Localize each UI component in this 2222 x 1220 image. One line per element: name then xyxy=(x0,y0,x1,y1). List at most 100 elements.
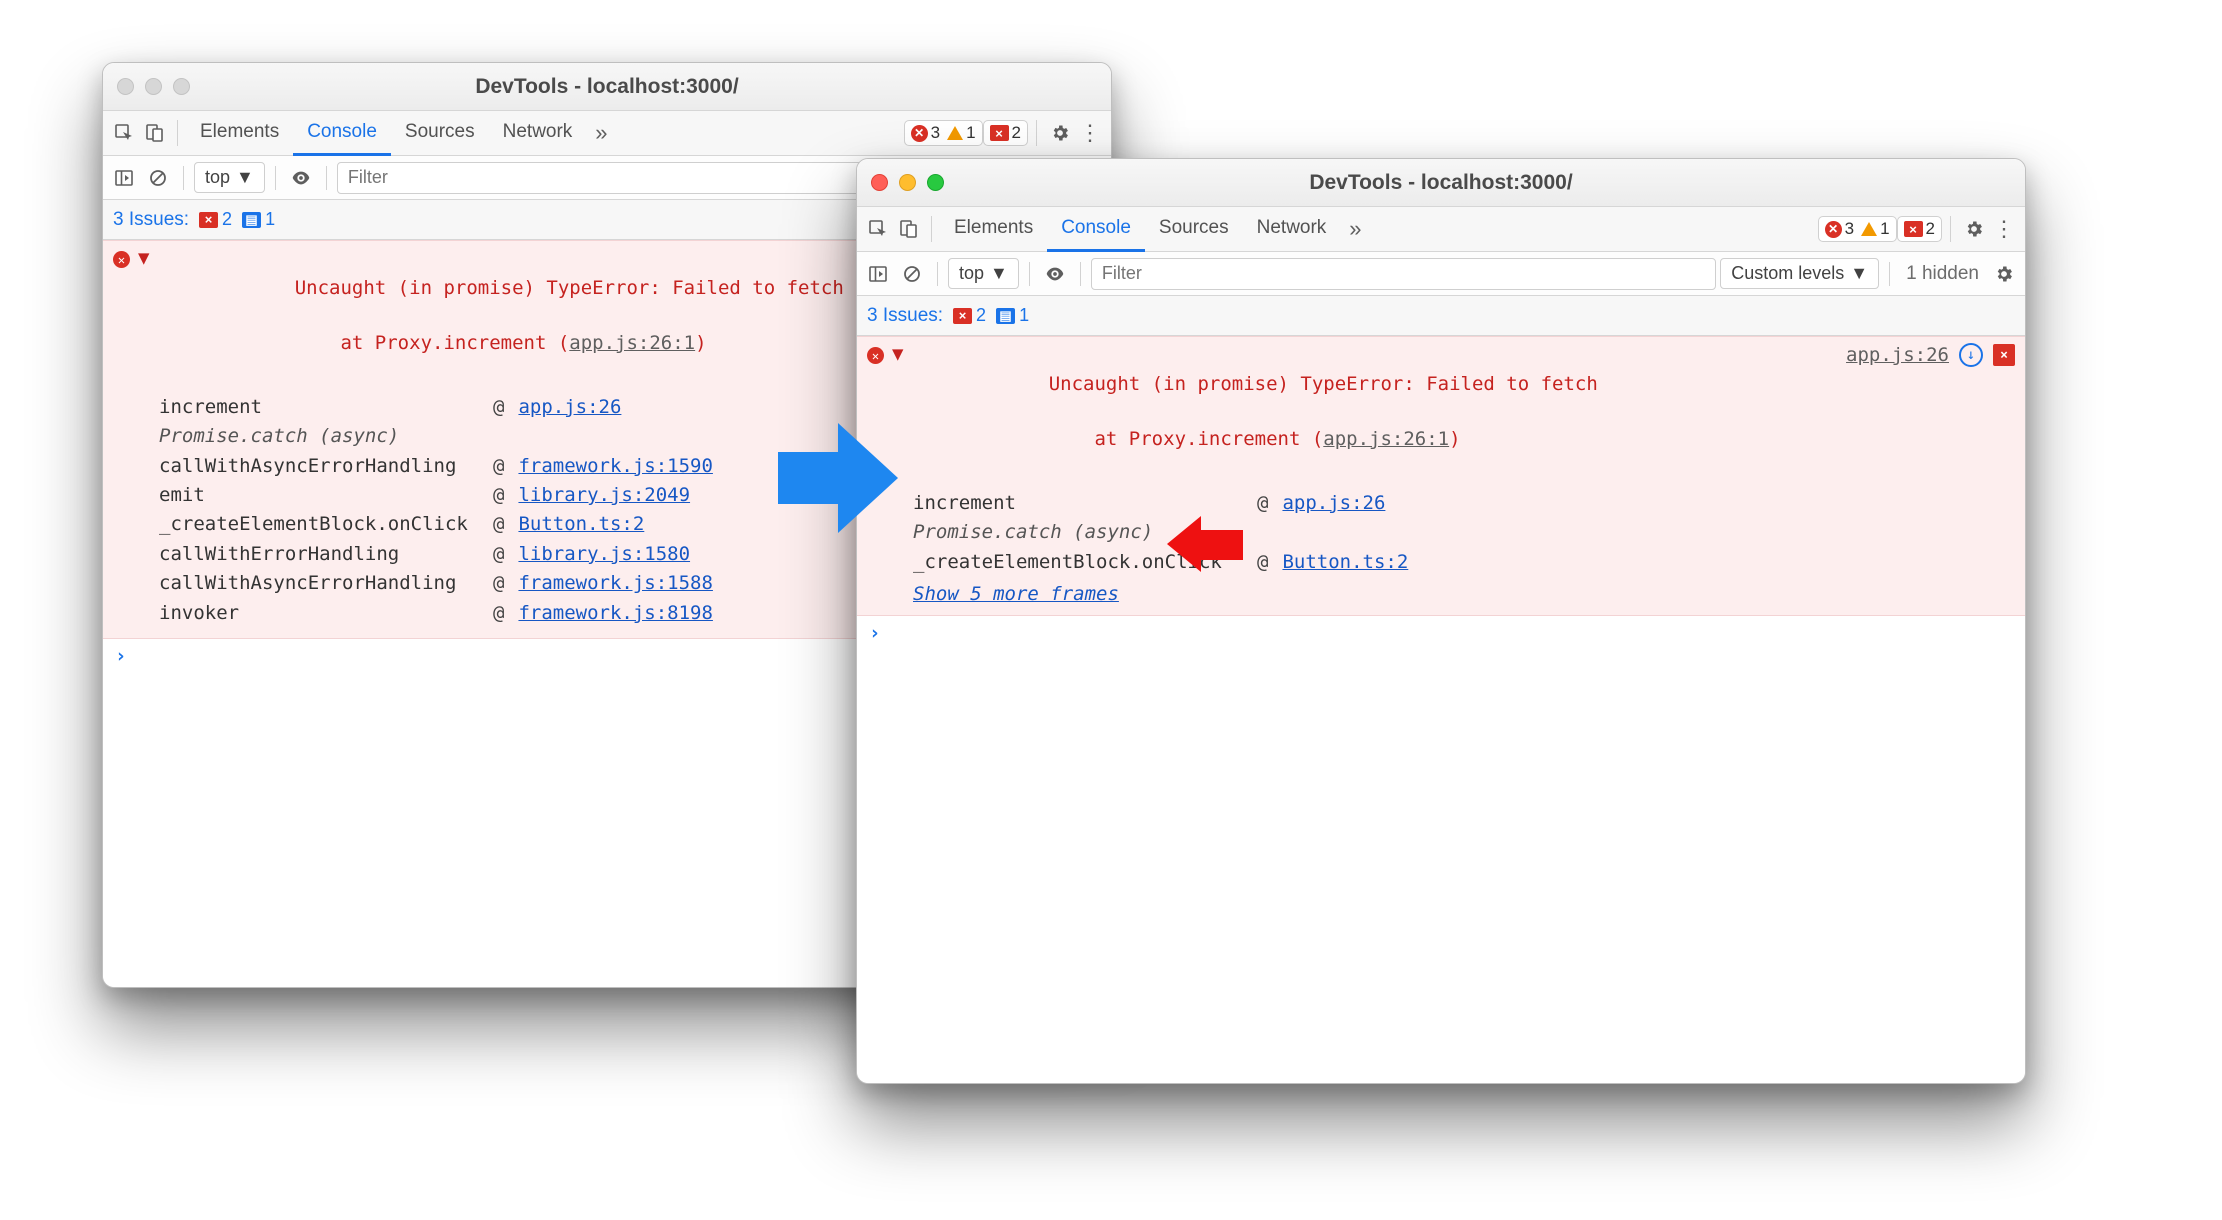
kebab-icon[interactable]: ⋮ xyxy=(1989,214,2019,244)
show-more-frames-link[interactable]: Show 5 more frames xyxy=(913,583,1119,605)
flag-icon: × xyxy=(1904,221,1923,237)
flag-count-badge[interactable]: × 2 xyxy=(983,120,1028,146)
tab-network[interactable]: Network xyxy=(1243,208,1341,252)
error-icon: ✕ xyxy=(911,125,928,142)
more-tabs-icon[interactable]: » xyxy=(586,118,616,148)
at-symbol: @ xyxy=(493,452,504,481)
hidden-count[interactable]: 1 hidden xyxy=(1900,263,1985,285)
dismiss-icon[interactable]: × xyxy=(1993,344,2015,366)
zoom-dot[interactable] xyxy=(927,174,944,191)
settings-icon[interactable] xyxy=(1959,214,1989,244)
titlebar: DevTools - localhost:3000/ xyxy=(857,159,2025,207)
error-count-badge[interactable]: ✕ 3 1 xyxy=(1818,216,1897,242)
tabbar: Elements Console Sources Network » ✕ 3 1… xyxy=(857,207,2025,252)
minimize-dot[interactable] xyxy=(145,78,162,95)
frame-source-link[interactable]: library.js:2049 xyxy=(518,481,690,510)
toggle-sidebar-icon[interactable] xyxy=(109,163,139,193)
tabbar: Elements Console Sources Network » ✕ 3 1… xyxy=(103,111,1111,156)
console-output: ✕ ▼ Uncaught (in promise) TypeError: Fai… xyxy=(857,336,2025,1083)
frame-source-link[interactable]: framework.js:1590 xyxy=(518,452,712,481)
error-source-link[interactable]: app.js:26 xyxy=(1846,344,1949,366)
frame-source-link[interactable]: library.js:1580 xyxy=(518,540,690,569)
prompt-caret-icon: › xyxy=(869,622,880,644)
frame-source-link[interactable]: framework.js:8198 xyxy=(518,599,712,628)
close-dot[interactable] xyxy=(871,174,888,191)
frame-function: callWithAsyncErrorHandling xyxy=(159,452,479,481)
frame-source-link[interactable]: app.js:26 xyxy=(518,393,621,422)
inspect-icon[interactable] xyxy=(863,214,893,244)
device-icon[interactable] xyxy=(893,214,923,244)
error-location-link[interactable]: app.js:26:1 xyxy=(569,332,695,354)
titlebar: DevTools - localhost:3000/ xyxy=(103,63,1111,111)
context-selector[interactable]: top ▼ xyxy=(948,258,1019,289)
inspect-icon[interactable] xyxy=(109,118,139,148)
error-entry[interactable]: ✕ ▼ Uncaught (in promise) TypeError: Fai… xyxy=(857,336,2025,616)
stack-frame: _createElementBlock.onClick@ Button.ts:2 xyxy=(913,548,2015,577)
settings-icon[interactable] xyxy=(1045,118,1075,148)
warning-count: 1 xyxy=(966,123,975,143)
close-dot[interactable] xyxy=(117,78,134,95)
filter-input[interactable] xyxy=(1091,258,1716,290)
at-symbol: @ xyxy=(493,481,504,510)
window-controls[interactable] xyxy=(117,78,190,95)
tab-console[interactable]: Console xyxy=(293,112,391,156)
at-symbol: @ xyxy=(493,569,504,598)
error-icon: ✕ xyxy=(867,347,884,364)
frame-source-link[interactable]: Button.ts:2 xyxy=(518,510,644,539)
at-symbol: @ xyxy=(493,599,504,628)
issues-link[interactable]: 3 Issues: ×2 ▤1 xyxy=(113,209,275,231)
frame-function: Promise.catch (async) xyxy=(159,422,479,451)
message-icon: ▤ xyxy=(996,308,1015,324)
tab-network[interactable]: Network xyxy=(489,112,587,156)
issues-label: 3 Issues: xyxy=(867,305,943,327)
error-message-line2c: ) xyxy=(1449,428,1460,450)
disclosure-triangle-icon[interactable]: ▼ xyxy=(892,343,903,365)
tab-elements[interactable]: Elements xyxy=(186,112,293,156)
window-controls[interactable] xyxy=(871,174,944,191)
frame-function: invoker xyxy=(159,599,479,628)
zoom-dot[interactable] xyxy=(173,78,190,95)
frame-source-link[interactable]: Button.ts:2 xyxy=(1282,548,1408,577)
levels-label: Custom levels xyxy=(1731,263,1844,284)
flag-count-badge[interactable]: × 2 xyxy=(1897,216,1942,242)
tab-console[interactable]: Console xyxy=(1047,208,1145,252)
tab-sources[interactable]: Sources xyxy=(391,112,489,156)
live-expression-icon[interactable] xyxy=(1040,259,1070,289)
clear-console-icon[interactable] xyxy=(143,163,173,193)
prompt-caret-icon: › xyxy=(115,645,126,667)
issues-link[interactable]: 3 Issues: ×2 ▤1 xyxy=(867,305,1029,327)
clear-console-icon[interactable] xyxy=(897,259,927,289)
at-symbol: @ xyxy=(1257,548,1268,577)
flag-count: 2 xyxy=(1926,219,1935,239)
frame-function: increment xyxy=(159,393,479,422)
context-label: top xyxy=(959,263,984,284)
error-count-badge[interactable]: ✕ 3 1 xyxy=(904,120,983,146)
flag-icon: × xyxy=(199,212,218,228)
context-selector[interactable]: top ▼ xyxy=(194,162,265,193)
minimize-dot[interactable] xyxy=(899,174,916,191)
levels-selector[interactable]: Custom levels ▼ xyxy=(1720,258,1879,289)
device-icon[interactable] xyxy=(139,118,169,148)
settings-icon[interactable] xyxy=(1989,259,2019,289)
warning-count: 1 xyxy=(1880,219,1889,239)
window-title: DevTools - localhost:3000/ xyxy=(103,75,1111,99)
error-location-link[interactable]: app.js:26:1 xyxy=(1323,428,1449,450)
toggle-sidebar-icon[interactable] xyxy=(863,259,893,289)
annotation-arrow-blue-head xyxy=(838,423,898,533)
live-expression-icon[interactable] xyxy=(286,163,316,193)
frame-source-link[interactable]: framework.js:1588 xyxy=(518,569,712,598)
console-prompt[interactable]: › xyxy=(857,616,2025,650)
console-toolbar: top ▼ Custom levels ▼ 1 hidden xyxy=(857,252,2025,296)
tab-sources[interactable]: Sources xyxy=(1145,208,1243,252)
frame-function: callWithAsyncErrorHandling xyxy=(159,569,479,598)
flag-icon: × xyxy=(953,308,972,324)
chevron-down-icon: ▼ xyxy=(990,263,1008,284)
tab-elements[interactable]: Elements xyxy=(940,208,1047,252)
frame-source-link[interactable]: app.js:26 xyxy=(1282,489,1385,518)
more-tabs-icon[interactable]: » xyxy=(1340,214,1370,244)
kebab-icon[interactable]: ⋮ xyxy=(1075,118,1105,148)
restart-frame-icon[interactable]: ↓ xyxy=(1959,343,1983,367)
disclosure-triangle-icon[interactable]: ▼ xyxy=(138,247,149,269)
error-message-line2a: at Proxy.increment ( xyxy=(295,332,570,354)
issues-bar[interactable]: 3 Issues: ×2 ▤1 xyxy=(857,296,2025,336)
